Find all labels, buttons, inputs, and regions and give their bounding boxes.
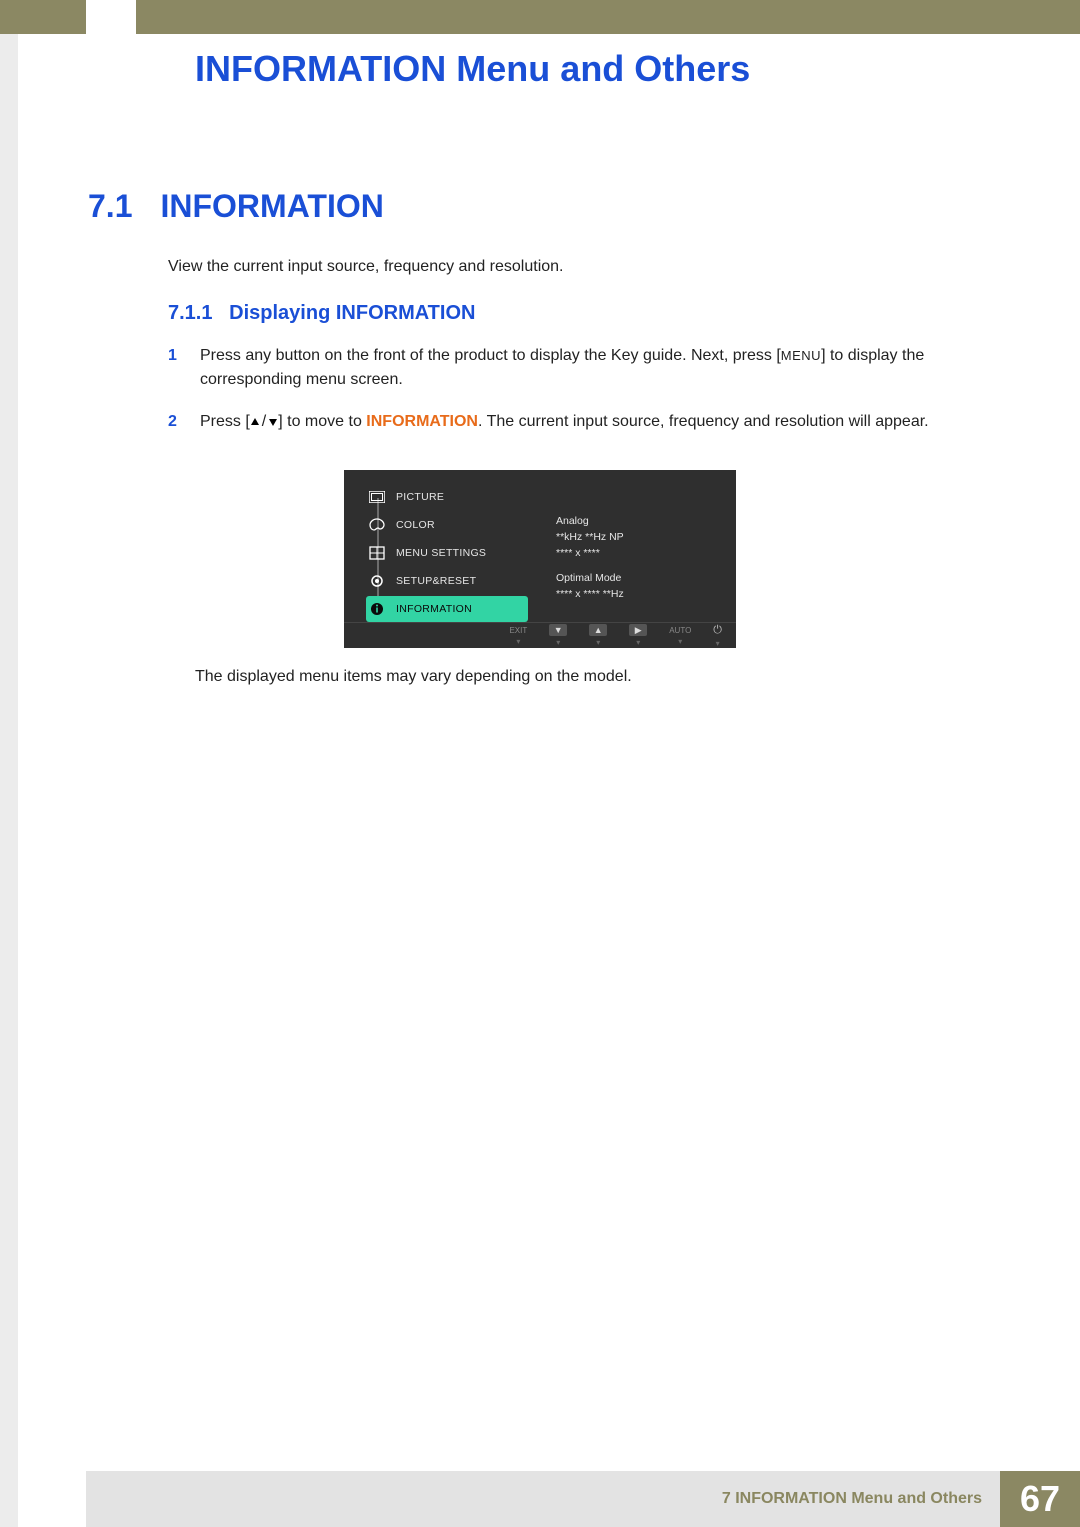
osd-info-line: **kHz **Hz NP xyxy=(556,530,736,546)
osd-item-picture: PICTURE xyxy=(366,484,552,510)
power-icon: ⏻ xyxy=(713,624,722,637)
subsection-number: 7.1.1 xyxy=(168,302,212,324)
gear-icon xyxy=(368,573,386,589)
osd-item-label: COLOR xyxy=(396,519,435,531)
up-arrow-icon: ▲ xyxy=(589,624,607,636)
osd-key-down: ▼▾ xyxy=(549,624,567,647)
up-down-icon: / xyxy=(250,410,278,434)
picture-icon xyxy=(368,489,386,505)
osd-item-label: MENU SETTINGS xyxy=(396,547,486,559)
step-number: 1 xyxy=(168,344,182,392)
section-title: INFORMATION xyxy=(160,188,383,225)
section-number: 7.1 xyxy=(88,188,132,225)
osd-item-menu-settings: MENU SETTINGS xyxy=(366,540,552,566)
step-1: 1 Press any button on the front of the p… xyxy=(168,344,970,392)
step-text: Press [/] to move to INFORMATION. The cu… xyxy=(200,410,929,434)
osd-item-information: INFORMATION xyxy=(366,596,528,622)
chapter-title: INFORMATION Menu and Others xyxy=(195,48,750,90)
highlight-term: INFORMATION xyxy=(366,413,478,430)
top-strip xyxy=(0,0,1080,34)
osd-menu-list: PICTURE COLOR MENU SETTINGS SETUP&RESET … xyxy=(366,484,552,622)
step-2: 2 Press [/] to move to INFORMATION. The … xyxy=(168,410,970,434)
osd-info-line: Analog xyxy=(556,514,736,530)
osd-info-panel: Analog **kHz **Hz NP **** x **** Optimal… xyxy=(552,484,736,622)
side-accent xyxy=(0,34,18,1527)
enter-icon: ▶ xyxy=(629,624,647,636)
footer-chapter-label: 7 INFORMATION Menu and Others xyxy=(86,1471,1000,1527)
osd-key-up: ▲▾ xyxy=(589,624,607,647)
osd-info-line: **** x **** xyxy=(556,546,736,562)
osd-info-line: **** x **** **Hz xyxy=(556,587,736,603)
osd-info-line: Optimal Mode xyxy=(556,571,736,587)
footer-page-number: 67 xyxy=(1000,1471,1080,1527)
chapter-tab xyxy=(86,0,136,34)
section-intro: View the current input source, frequency… xyxy=(168,258,564,276)
osd-item-label: SETUP&RESET xyxy=(396,575,476,587)
steps-list: 1 Press any button on the front of the p… xyxy=(168,344,970,452)
osd-item-color: COLOR xyxy=(366,512,552,538)
osd-item-setup-reset: SETUP&RESET xyxy=(366,568,552,594)
subsection-heading: 7.1.1 Displaying INFORMATION xyxy=(168,302,475,325)
down-arrow-icon: ▼ xyxy=(549,624,567,636)
osd-key-power: ⏻▾ xyxy=(713,624,722,648)
osd-body: PICTURE COLOR MENU SETTINGS SETUP&RESET … xyxy=(344,470,736,622)
info-icon xyxy=(368,601,386,617)
menu-settings-icon xyxy=(368,545,386,561)
step-text: Press any button on the front of the pro… xyxy=(200,344,970,392)
step-number: 2 xyxy=(168,410,182,434)
menu-key: MENU xyxy=(781,348,821,363)
osd-item-label: PICTURE xyxy=(396,491,444,503)
below-image-caption: The displayed menu items may vary depend… xyxy=(195,668,632,686)
osd-key-auto: AUTO▾ xyxy=(669,626,691,646)
osd-item-label: INFORMATION xyxy=(396,603,472,615)
color-icon xyxy=(368,517,386,533)
osd-key-exit: EXIT▾ xyxy=(509,626,527,646)
osd-key-enter: ▶▾ xyxy=(629,624,647,647)
osd-screenshot: PICTURE COLOR MENU SETTINGS SETUP&RESET … xyxy=(344,470,736,648)
osd-footer-keys: EXIT▾ ▼▾ ▲▾ ▶▾ AUTO▾ ⏻▾ xyxy=(344,622,736,648)
page-footer: 7 INFORMATION Menu and Others 67 xyxy=(86,1471,1080,1527)
section-heading: 7.1 INFORMATION xyxy=(88,188,384,225)
subsection-title: Displaying INFORMATION xyxy=(229,302,475,324)
